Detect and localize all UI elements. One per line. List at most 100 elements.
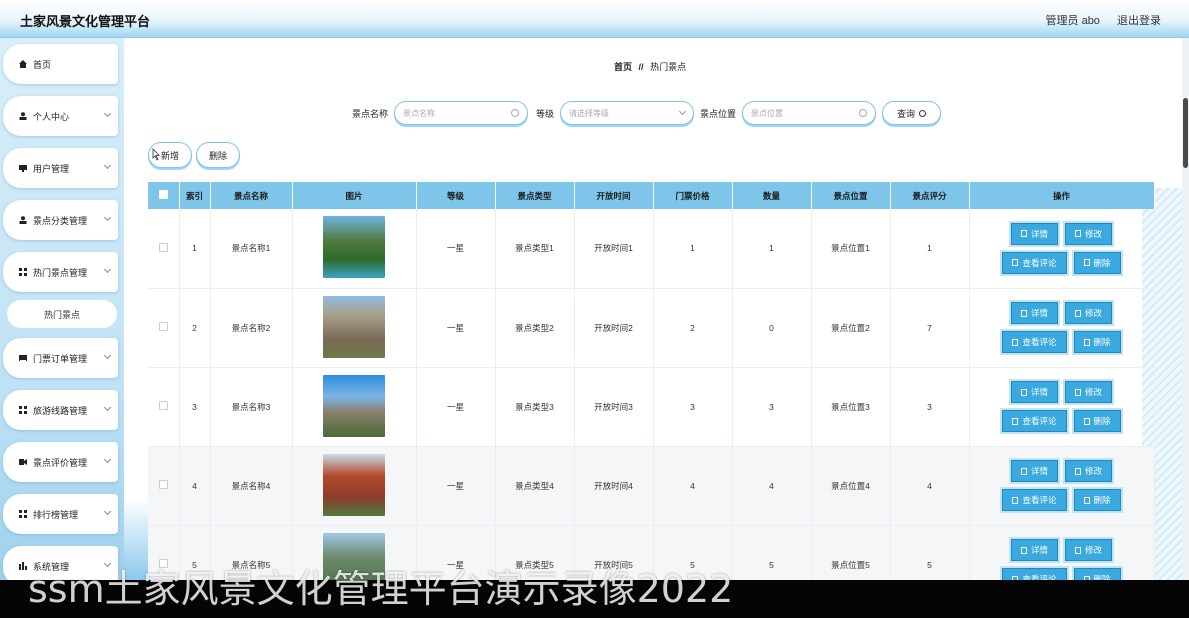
select-all-checkbox[interactable]: [148, 182, 180, 209]
column-header: 景点名称: [210, 182, 293, 209]
logout-link[interactable]: 退出登录: [1117, 15, 1161, 27]
edit-button[interactable]: 修改: [1065, 381, 1113, 403]
chevron-down-icon: [103, 161, 112, 170]
row-checkbox[interactable]: [148, 367, 180, 447]
search-icon: [919, 109, 927, 117]
cell-actions: 详情 修改查看评论 删除: [969, 525, 1155, 580]
detail-button[interactable]: 详情: [1010, 539, 1058, 561]
edit-button[interactable]: 修改: [1065, 460, 1113, 482]
row-delete-button[interactable]: 删除: [1073, 410, 1121, 432]
sidebar-item-reviews[interactable]: 景点评价管理: [3, 442, 118, 482]
row-delete-button[interactable]: 删除: [1073, 251, 1121, 274]
table-row: 4 景点名称4 一星 景点类型4 开放时间4 4 4 景点位置4 4 详情 修改 查看评论 删除: [148, 446, 1155, 526]
cell-quantity: 0: [732, 288, 812, 368]
cell-score: 7: [890, 288, 970, 368]
cell-name: 景点名称2: [210, 288, 293, 368]
column-header: 索引: [179, 182, 211, 209]
sidebar-item-home[interactable]: 首页: [3, 44, 118, 84]
view-reviews-button[interactable]: 查看评论: [1002, 251, 1067, 274]
row-checkbox[interactable]: [148, 209, 180, 289]
breadcrumb-separator: //: [638, 62, 644, 72]
spot-photo: [323, 216, 385, 279]
query-button[interactable]: 查询: [882, 101, 942, 125]
name-search-input[interactable]: 景点名称: [394, 101, 529, 125]
sidebar-subitem-hot-spots[interactable]: 热门景点: [7, 300, 117, 328]
level-label: 等级: [536, 108, 555, 119]
cell-level: 一星: [416, 209, 496, 289]
cell-actions: 详情 修改查看评论 删除: [969, 288, 1155, 368]
column-header: 门票价格: [653, 182, 733, 209]
row-delete-button[interactable]: 删除: [1073, 568, 1121, 580]
chevron-down-icon: [103, 455, 112, 464]
edit-button[interactable]: 修改: [1065, 222, 1113, 245]
sidebar-item-profile[interactable]: 个人中心: [3, 96, 118, 136]
detail-button[interactable]: 详情: [1010, 460, 1058, 482]
detail-button[interactable]: 详情: [1010, 302, 1058, 324]
search-icon: [511, 109, 520, 117]
user-icon: [19, 216, 27, 224]
cell-open-time: 开放时间2: [574, 288, 654, 368]
view-reviews-button[interactable]: 查看评论: [1002, 568, 1067, 580]
edit-button[interactable]: 修改: [1065, 302, 1113, 324]
trash-icon: [1083, 496, 1090, 504]
document-icon: [1020, 546, 1027, 554]
cell-score: 3: [890, 367, 970, 447]
row-checkbox[interactable]: [148, 288, 180, 368]
row-checkbox[interactable]: [148, 446, 180, 526]
sidebar-item-label: 门票订单管理: [33, 353, 88, 364]
current-user[interactable]: 管理员 abo: [1046, 15, 1100, 27]
breadcrumb-home[interactable]: 首页: [614, 62, 632, 72]
mouse-cursor-icon: [152, 148, 160, 161]
sidebar-item-ranking[interactable]: 排行榜管理: [3, 494, 118, 534]
cell-name: 景点名称1: [210, 209, 293, 289]
sidebar-item-category[interactable]: 景点分类管理: [3, 200, 118, 240]
grid-icon: [19, 406, 27, 414]
cell-location: 景点位置4: [811, 446, 891, 526]
sidebar-item-label: 首页: [33, 59, 52, 70]
batch-delete-button[interactable]: 删除: [196, 142, 241, 168]
sidebar-item-ticket-orders[interactable]: 门票订单管理: [3, 338, 118, 378]
cell-price: 1: [653, 209, 733, 289]
edit-button[interactable]: 修改: [1065, 539, 1113, 561]
cell-score: 1: [890, 209, 970, 289]
user-area: 管理员 abo 退出登录: [1032, 12, 1161, 28]
page-scrollbar[interactable]: [1182, 38, 1189, 580]
view-reviews-button[interactable]: 查看评论: [1002, 331, 1067, 353]
level-select[interactable]: 请选择等级: [560, 101, 695, 125]
row-delete-button[interactable]: 删除: [1073, 331, 1121, 353]
column-header: 图片: [292, 182, 417, 209]
chart-icon: [19, 562, 27, 570]
cell-index: 3: [179, 367, 211, 447]
cell-score: 5: [890, 525, 970, 580]
cell-actions: 详情 修改查看评论 删除: [969, 209, 1155, 289]
sidebar-item-routes[interactable]: 旅游线路管理: [3, 390, 118, 430]
location-label: 景点位置: [700, 108, 737, 119]
cell-open-time: 开放时间4: [574, 446, 654, 526]
chevron-down-icon: [103, 265, 112, 274]
detail-button[interactable]: 详情: [1010, 381, 1058, 403]
cell-location: 景点位置2: [811, 288, 891, 368]
view-reviews-button[interactable]: 查看评论: [1002, 489, 1067, 511]
home-icon: [19, 60, 27, 68]
breadcrumb: 首页 // 热门景点: [614, 60, 686, 73]
sidebar-item-label: 旅游线路管理: [33, 405, 88, 416]
cell-quantity: 3: [732, 367, 812, 447]
user-icon: [19, 112, 27, 120]
table-row: 2 景点名称2 一星 景点类型2 开放时间2 2 0 景点位置2 7 详情 修改 查看评论 删除: [148, 288, 1155, 368]
row-delete-button[interactable]: 删除: [1073, 489, 1121, 511]
document-icon: [1020, 388, 1027, 396]
column-header: 数量: [732, 182, 812, 209]
cell-type: 景点类型3: [495, 367, 575, 447]
table-header: 索引 景点名称 图片 等级 景点类型 开放时间 门票价格 数量 景点位置 景点评…: [148, 182, 1155, 209]
column-header: 等级: [416, 182, 496, 209]
sidebar-item-label: 排行榜管理: [33, 509, 79, 520]
table-row: 1 景点名称1 一星 景点类型1 开放时间1 1 1 景点位置1 1 详情 修改 查看评论 删除: [148, 209, 1155, 289]
detail-button[interactable]: 详情: [1010, 222, 1058, 245]
scrollbar-thumb[interactable]: [1183, 98, 1188, 168]
sidebar-item-users[interactable]: 用户管理: [3, 148, 118, 188]
view-reviews-button[interactable]: 查看评论: [1002, 410, 1067, 432]
column-header: 开放时间: [574, 182, 654, 209]
location-search-input[interactable]: 景点位置: [742, 101, 877, 125]
document-icon: [1020, 467, 1027, 475]
sidebar-item-hot-spots[interactable]: 热门景点管理: [3, 252, 118, 292]
